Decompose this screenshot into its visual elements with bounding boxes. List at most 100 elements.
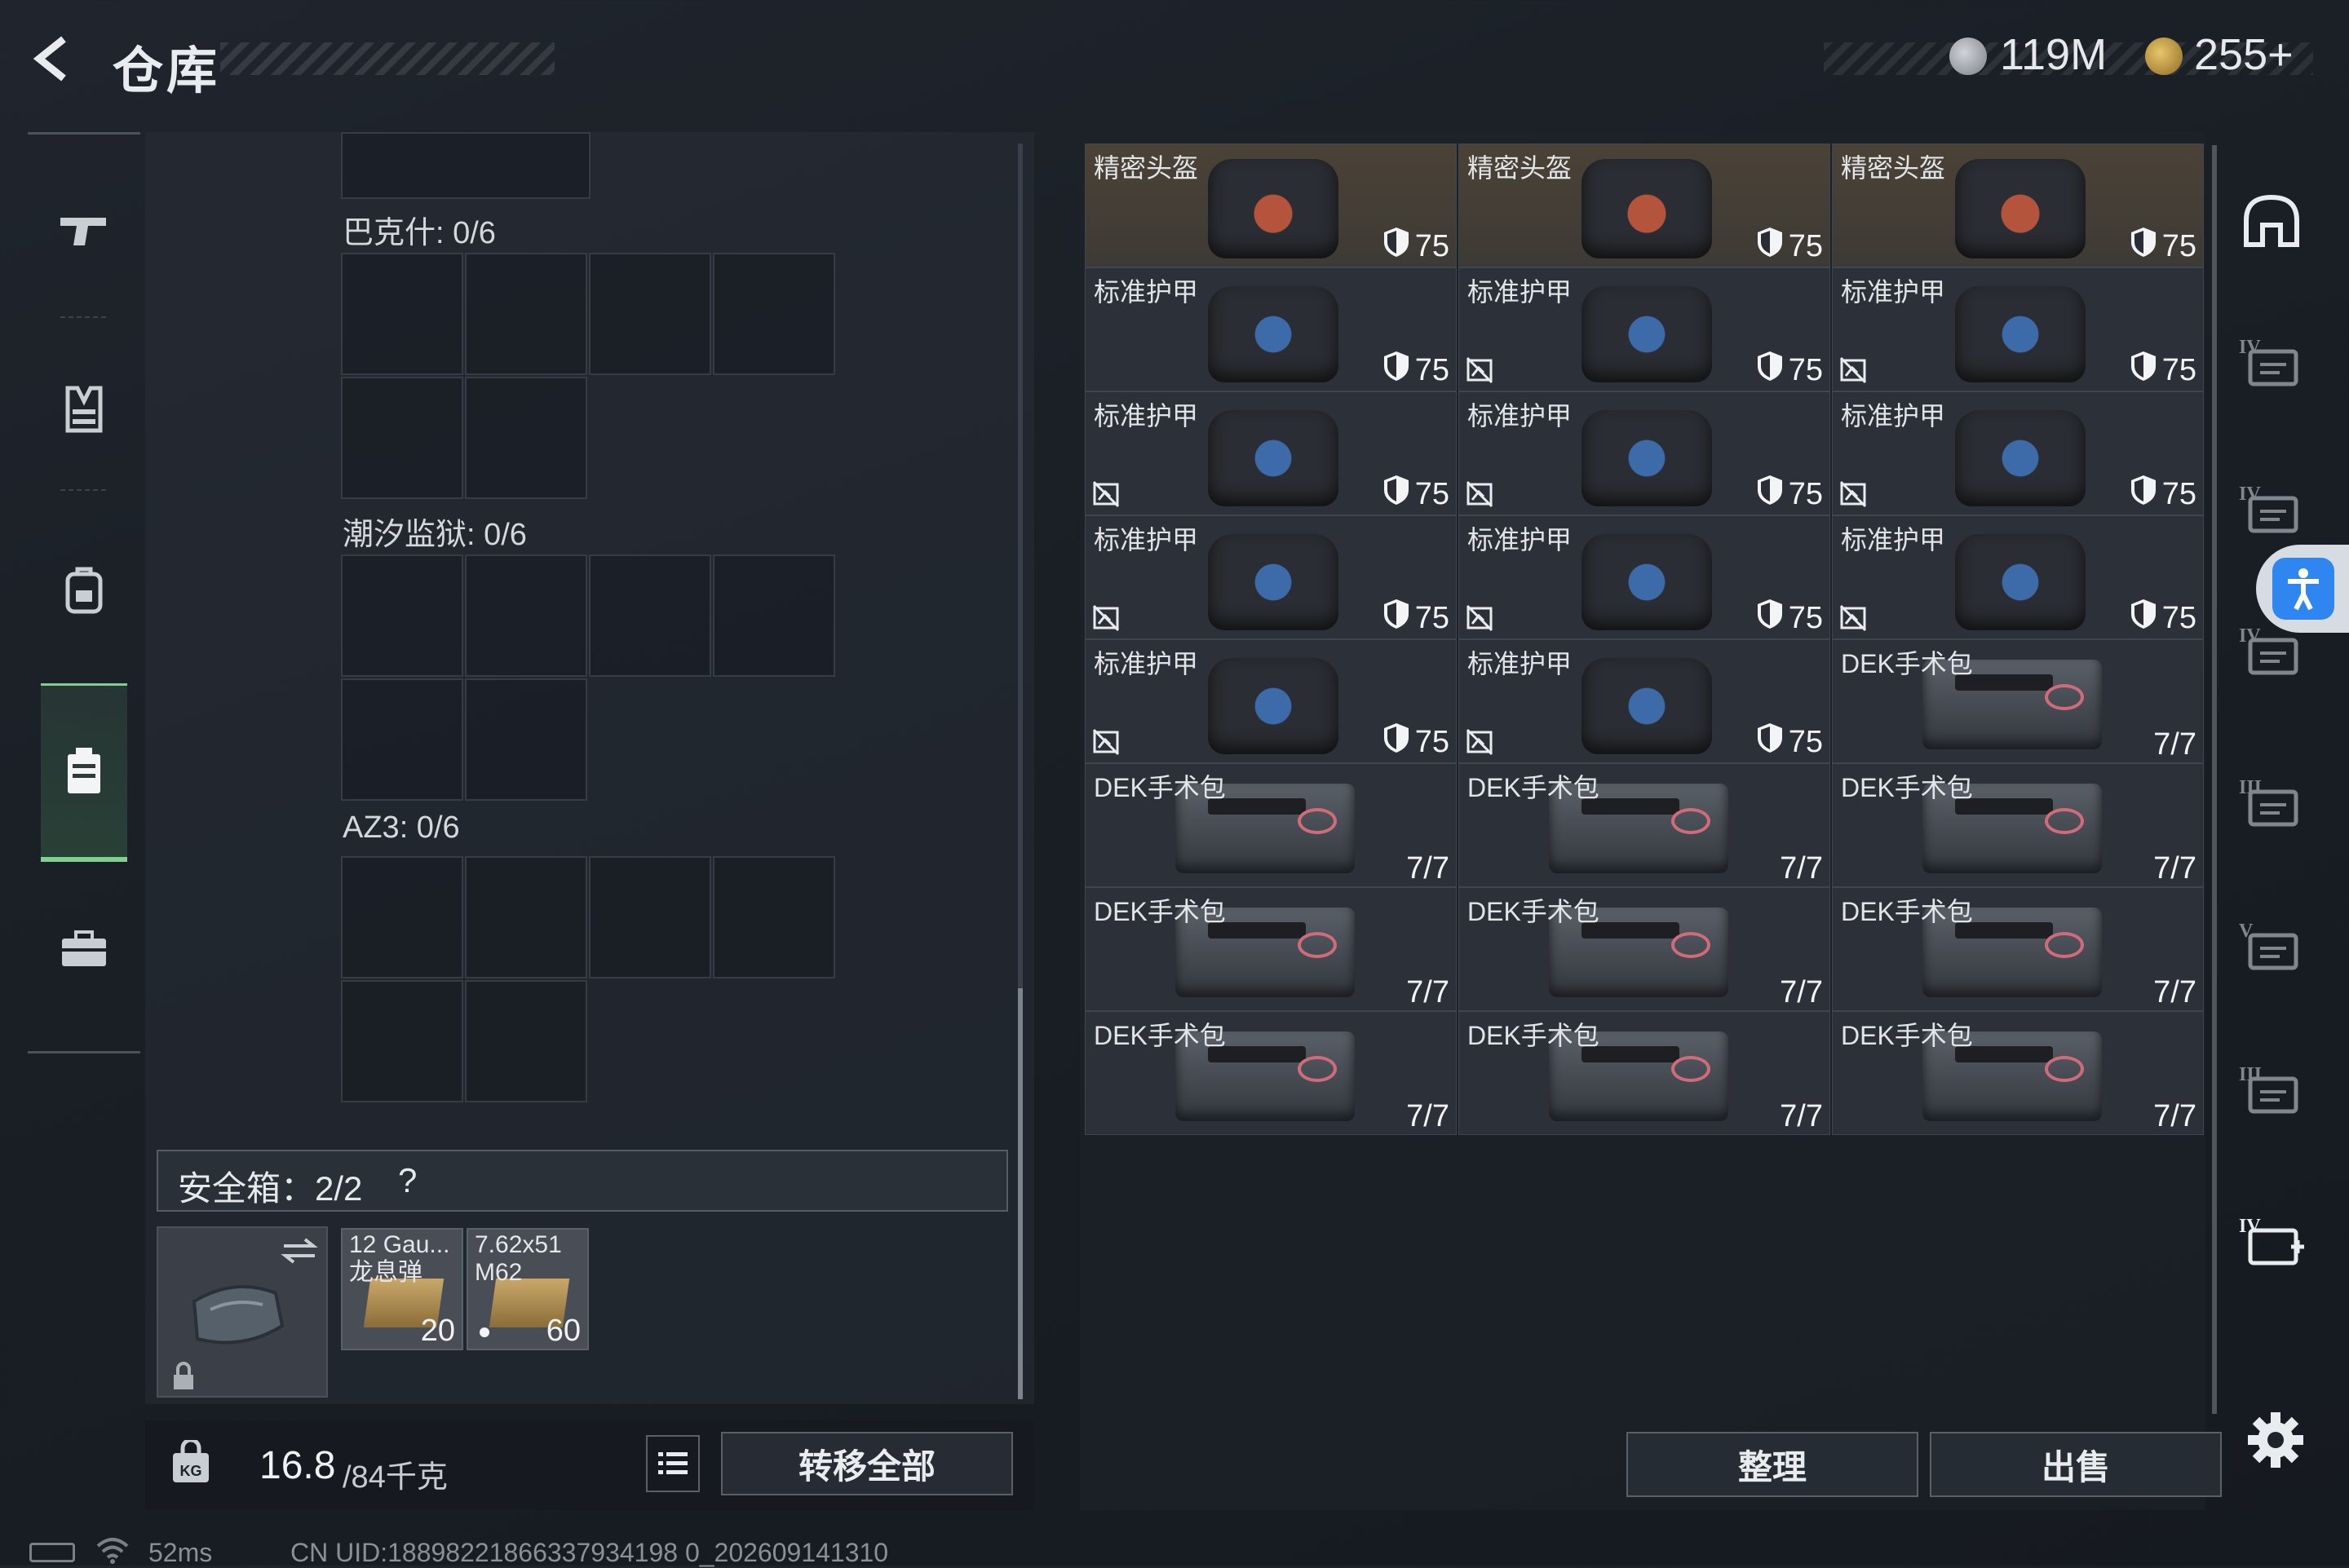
inventory-item[interactable]: DEK手术包 7/7 bbox=[1458, 887, 1830, 1011]
inventory-item[interactable]: DEK手术包 7/7 bbox=[1832, 763, 2204, 887]
inventory-item[interactable]: DEK手术包 7/7 bbox=[1085, 763, 1457, 887]
inventory-item[interactable]: 标准护甲 75 bbox=[1458, 515, 1830, 639]
item-name: DEK手术包 bbox=[1841, 897, 1973, 926]
item-value: 7/7 bbox=[2153, 975, 2196, 1010]
ammo-item[interactable]: 12 Gau... 龙息弹 20 bbox=[341, 1228, 463, 1350]
inventory-item[interactable]: 精密头盔 75 bbox=[1458, 144, 1830, 267]
grid-slot[interactable] bbox=[713, 253, 835, 375]
sort-button[interactable]: 整理 bbox=[1626, 1432, 1918, 1497]
inventory-item[interactable]: DEK手术包 7/7 bbox=[1458, 1011, 1830, 1135]
inventory-item[interactable]: 标准护甲 75 bbox=[1832, 515, 2204, 639]
grid-slot[interactable] bbox=[465, 253, 587, 375]
sidebar-divider bbox=[60, 489, 106, 491]
inventory-item[interactable]: 标准护甲 75 bbox=[1085, 267, 1457, 391]
grid-slot[interactable] bbox=[341, 132, 591, 199]
backpack-icon bbox=[65, 567, 103, 614]
scrollbar-thumb[interactable] bbox=[1018, 988, 1023, 1399]
weight-icon: KG bbox=[173, 1440, 209, 1482]
ammo-item[interactable]: 7.62x51 M62 60 bbox=[467, 1228, 589, 1350]
item-value-text: 75 bbox=[1414, 724, 1449, 759]
shield-icon bbox=[2130, 226, 2157, 267]
inventory-item[interactable]: DEK手术包 7/7 bbox=[1458, 763, 1830, 887]
list-view-button[interactable] bbox=[646, 1435, 700, 1492]
grid-slot[interactable] bbox=[341, 678, 463, 801]
sell-button[interactable]: 出售 bbox=[1930, 1432, 2222, 1497]
grid-slot[interactable] bbox=[341, 554, 463, 677]
inventory-item[interactable]: 标准护甲 75 bbox=[1085, 391, 1457, 515]
sidebar-item-vest[interactable] bbox=[28, 377, 140, 442]
grid-slot[interactable] bbox=[465, 377, 587, 499]
item-value-text: 75 bbox=[1414, 476, 1449, 511]
inventory-item[interactable]: 精密头盔 75 bbox=[1085, 144, 1457, 267]
gold-amount[interactable]: 255+ bbox=[2194, 29, 2294, 80]
grid-slot[interactable] bbox=[713, 554, 835, 677]
item-name: DEK手术包 bbox=[1467, 897, 1599, 926]
grid-slot[interactable] bbox=[465, 678, 587, 801]
inventory-item[interactable]: DEK手术包 7/7 bbox=[1085, 1011, 1457, 1135]
armor-v-icon[interactable]: V bbox=[2235, 908, 2308, 982]
inventory-item[interactable]: DEK手术包 7/7 bbox=[1832, 887, 2204, 1011]
armor-iv-2-icon[interactable]: IV bbox=[2235, 471, 2308, 545]
item-name: 标准护甲 bbox=[1841, 277, 1946, 307]
shield-icon bbox=[1382, 474, 1410, 515]
item-name: DEK手术包 bbox=[1094, 897, 1226, 926]
gold-coin-icon bbox=[2145, 38, 2183, 75]
sidebar-item-briefcase[interactable] bbox=[28, 917, 140, 982]
grid-slot[interactable] bbox=[589, 856, 711, 978]
armor-iii-icon[interactable]: III bbox=[2235, 765, 2308, 838]
grid-slot[interactable] bbox=[589, 253, 711, 375]
inventory-item[interactable]: 标准护甲 75 bbox=[1085, 639, 1457, 763]
inventory-item[interactable]: 标准护甲 75 bbox=[1085, 515, 1457, 639]
grid-slot[interactable] bbox=[341, 856, 463, 978]
grid-slot[interactable] bbox=[589, 554, 711, 677]
weight-max: /84千克 bbox=[343, 1460, 448, 1495]
transfer-all-button[interactable]: 转移全部 bbox=[721, 1432, 1013, 1495]
grid-slot[interactable] bbox=[341, 253, 463, 375]
armor-iii-2-icon[interactable]: III bbox=[2235, 1052, 2308, 1125]
back-arrow-icon[interactable] bbox=[29, 34, 78, 83]
item-value: 7/7 bbox=[1406, 1099, 1449, 1134]
item-value: 75 bbox=[1756, 474, 1823, 515]
item-value-text: 75 bbox=[2161, 228, 2196, 263]
help-button[interactable]: ? bbox=[398, 1161, 417, 1200]
item-value: 7/7 bbox=[1406, 851, 1449, 886]
broken-durability-icon bbox=[1839, 480, 1867, 508]
section-label: 潮汐监狱: 0/6 bbox=[343, 518, 527, 552]
sidebar-item-container[interactable] bbox=[28, 739, 140, 804]
inventory-item[interactable]: 标准护甲 75 bbox=[1832, 391, 2204, 515]
grid-slot[interactable] bbox=[713, 856, 835, 978]
item-value-text: 75 bbox=[1414, 600, 1449, 635]
inventory-item[interactable]: 标准护甲 75 bbox=[1458, 391, 1830, 515]
item-value: 7/7 bbox=[2153, 1099, 2196, 1134]
grid-slot[interactable] bbox=[341, 980, 463, 1102]
item-value-text: 7/7 bbox=[2153, 727, 2196, 762]
inventory-item[interactable]: 标准护甲 75 bbox=[1458, 639, 1830, 763]
inventory-item[interactable]: DEK手术包 7/7 bbox=[1085, 887, 1457, 1011]
sidebar-item-weapons[interactable] bbox=[28, 197, 140, 263]
swap-icon[interactable] bbox=[281, 1236, 318, 1265]
inventory-item[interactable]: 精密头盔 75 bbox=[1832, 144, 2204, 267]
armor-iv-add-icon[interactable]: IV bbox=[2235, 1204, 2308, 1277]
item-value: 7/7 bbox=[1780, 1099, 1823, 1134]
item-value-text: 75 bbox=[1788, 724, 1823, 759]
helmet-slot-icon[interactable] bbox=[2235, 184, 2308, 258]
accessibility-button[interactable] bbox=[2272, 558, 2334, 620]
inventory-item[interactable]: 标准护甲 75 bbox=[1458, 267, 1830, 391]
grid-slot[interactable] bbox=[465, 980, 587, 1102]
grid-slot[interactable] bbox=[465, 554, 587, 677]
item-name: 标准护甲 bbox=[1094, 401, 1199, 431]
grid-slot[interactable] bbox=[341, 377, 463, 499]
lock-icon bbox=[174, 1362, 193, 1389]
armor-iv-icon[interactable]: IV bbox=[2235, 325, 2308, 398]
gear-icon[interactable] bbox=[2243, 1407, 2308, 1473]
uid-text: CN UID:18898221866337934198 0_2026091413… bbox=[290, 1538, 889, 1567]
shield-icon bbox=[1756, 598, 1784, 638]
inventory-item[interactable]: DEK手术包 7/7 bbox=[1832, 1011, 2204, 1135]
sidebar-item-backpack[interactable] bbox=[28, 558, 140, 623]
helmet-image bbox=[1955, 159, 2086, 258]
grid-slot[interactable] bbox=[465, 856, 587, 978]
inventory-item[interactable]: DEK手术包 7/7 bbox=[1832, 639, 2204, 763]
inventory-item[interactable]: 标准护甲 75 bbox=[1832, 267, 2204, 391]
secure-case-slot[interactable] bbox=[157, 1226, 328, 1398]
battery-icon bbox=[29, 1543, 75, 1562]
